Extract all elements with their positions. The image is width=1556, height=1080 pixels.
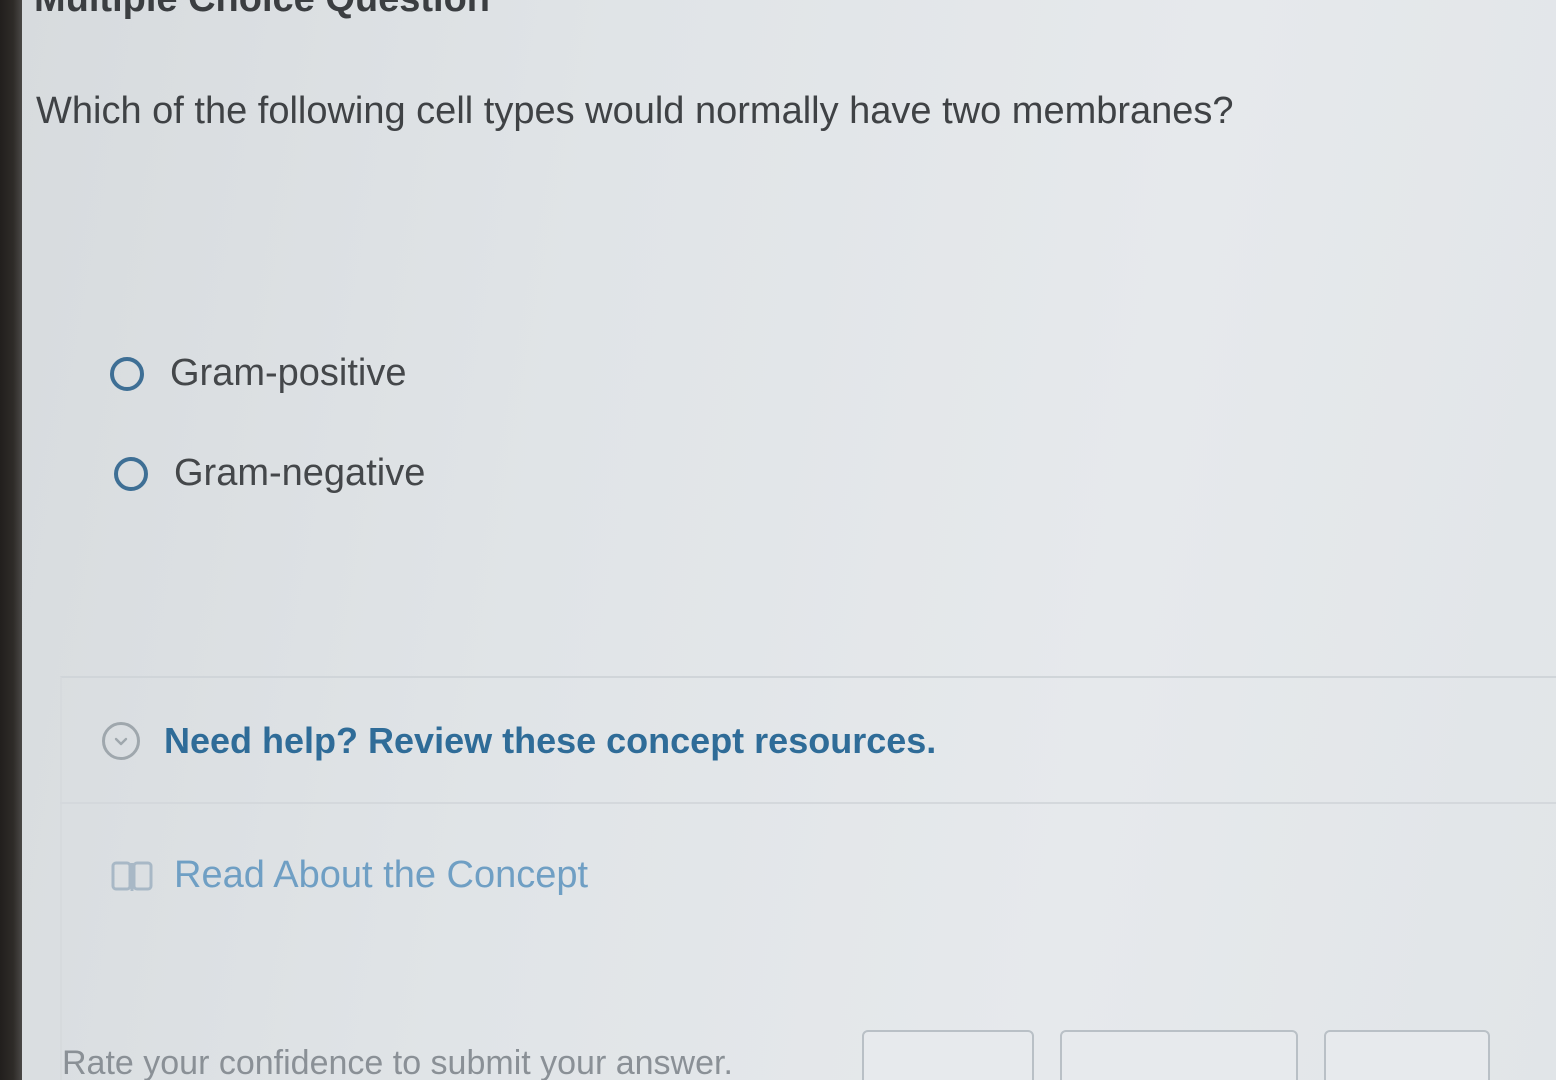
book-icon <box>110 857 154 895</box>
question-text: Which of the following cell types would … <box>36 90 1234 132</box>
question-screen: Multiple Choice Question Which of the fo… <box>22 0 1556 1080</box>
read-concept-label: Read About the Concept <box>174 854 589 896</box>
divider <box>60 802 1556 804</box>
read-concept-link[interactable]: Read About the Concept <box>110 854 588 897</box>
monitor-bezel <box>0 0 22 1080</box>
answer-option-label: Gram-positive <box>170 352 407 394</box>
confidence-button-high[interactable] <box>1324 1030 1490 1080</box>
confidence-button-medium[interactable] <box>1060 1030 1298 1080</box>
answer-option-label: Gram-negative <box>174 452 426 494</box>
page-title: Multiple Choice Question <box>34 0 490 21</box>
answer-option-gram-negative[interactable]: Gram-negative <box>114 452 425 495</box>
radio-button[interactable] <box>110 356 144 391</box>
confidence-button-low[interactable] <box>862 1030 1034 1080</box>
confidence-prompt: Rate your confidence to submit your answ… <box>62 1044 733 1080</box>
help-toggle-label: Need help? Review these concept resource… <box>164 720 937 761</box>
chevron-down-circle-icon <box>102 722 140 760</box>
answer-option-gram-positive[interactable]: Gram-positive <box>110 352 407 395</box>
radio-button[interactable] <box>114 456 148 491</box>
help-toggle[interactable]: Need help? Review these concept resource… <box>102 720 936 762</box>
